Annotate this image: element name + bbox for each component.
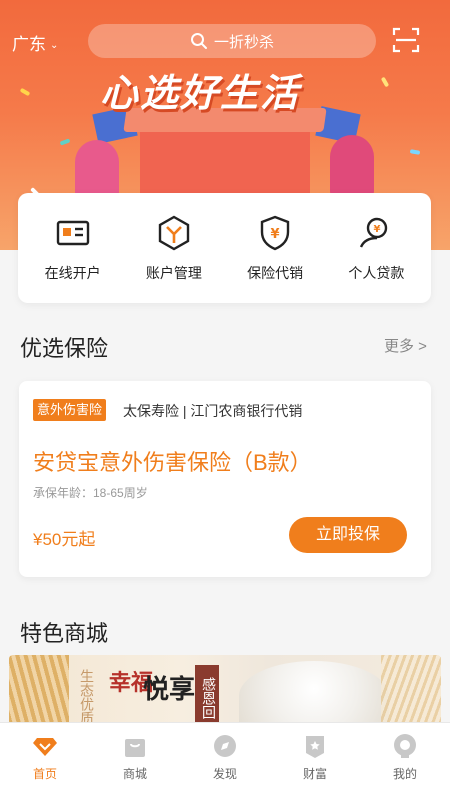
tab-label: 发现 xyxy=(212,767,237,781)
search-icon xyxy=(190,33,207,49)
scan-icon[interactable] xyxy=(392,26,420,54)
svg-text:¥: ¥ xyxy=(374,224,381,235)
provider-text: 太保寿险 | 江门农商银行代销 xyxy=(123,403,303,419)
user-profile-icon xyxy=(394,734,416,758)
buy-now-button[interactable]: 立即投保 xyxy=(289,517,407,553)
confetti xyxy=(409,149,421,155)
tab-label: 我的 xyxy=(392,767,417,781)
action-insurance-sales[interactable]: ¥ 保险代销 xyxy=(225,213,325,283)
person-yen-icon: ¥ xyxy=(360,217,388,248)
action-open-account[interactable]: 在线开户 xyxy=(23,213,123,283)
product-name: 安贷宝意外伤害保险（B款） xyxy=(33,450,312,475)
category-badge: 意外伤害险 xyxy=(33,399,107,421)
mall-banner-text: 生态优质 xyxy=(79,669,95,725)
price-label: ¥50元起 xyxy=(33,530,96,549)
section-title-mall: 特色商城 xyxy=(20,621,109,646)
tab-mall[interactable]: 商城 xyxy=(90,723,180,800)
banner-headline: 心选好生活 xyxy=(100,73,301,115)
region-selector[interactable]: 广东 ⌄ xyxy=(12,30,58,55)
more-link[interactable]: 更多 > xyxy=(384,335,427,356)
insurance-product-card[interactable]: 意外伤害险 太保寿险 | 江门农商银行代销 安贷宝意外伤害保险（B款） 承保年龄… xyxy=(19,381,431,577)
tab-profile[interactable]: 我的 xyxy=(360,723,450,800)
shield-yen-icon: ¥ xyxy=(260,215,290,251)
quick-actions-card: 在线开户 账户管理 ¥ 保险代销 ¥ 个人贷款 xyxy=(18,193,431,303)
bottom-tab-bar: 首页 商城 发现 财富 我的 xyxy=(0,722,450,800)
tab-discover[interactable]: 发现 xyxy=(180,723,270,800)
top-bar: 广东 ⌄ 一折秒杀 xyxy=(0,20,450,64)
rice-image xyxy=(239,661,389,725)
id-card-icon xyxy=(56,220,89,246)
tab-label: 财富 xyxy=(302,767,327,781)
action-label: 账户管理 xyxy=(145,265,202,281)
confetti xyxy=(59,138,71,146)
confetti xyxy=(19,87,31,97)
compass-icon xyxy=(214,735,236,757)
action-label: 在线开户 xyxy=(44,265,101,281)
search-input[interactable]: 一折秒杀 xyxy=(88,24,376,58)
mall-banner-tag: 感恩回 xyxy=(195,665,219,725)
age-range: 承保年龄：18-65周岁 xyxy=(33,486,148,500)
chevron-down-icon: ⌄ xyxy=(50,40,59,51)
wheat-image xyxy=(9,655,69,725)
svg-text:¥: ¥ xyxy=(271,227,280,242)
tab-wealth[interactable]: 财富 xyxy=(270,723,360,800)
wheat-image xyxy=(381,655,441,725)
section-title-insurance: 优选保险 xyxy=(20,336,109,361)
wealth-star-icon xyxy=(306,736,324,758)
tab-label: 首页 xyxy=(32,767,57,781)
action-label: 保险代销 xyxy=(247,265,304,281)
shopping-bag-icon xyxy=(125,739,145,757)
search-placeholder: 一折秒杀 xyxy=(213,33,274,51)
action-label: 个人贷款 xyxy=(348,265,405,281)
person-illustration xyxy=(330,135,374,199)
tab-label: 商城 xyxy=(122,767,147,781)
hexagon-y-icon xyxy=(158,215,190,251)
tab-home[interactable]: 首页 xyxy=(0,723,90,800)
region-label: 广东 xyxy=(12,35,46,54)
mall-banner-text: 悦享 xyxy=(143,674,196,704)
action-personal-loan[interactable]: ¥ 个人贷款 xyxy=(326,213,426,283)
confetti xyxy=(380,76,390,88)
action-account-management[interactable]: 账户管理 xyxy=(124,213,224,283)
mall-banner[interactable]: 生态优质 幸福 悦享 感恩回 xyxy=(9,655,441,725)
home-diamond-icon xyxy=(33,738,57,756)
